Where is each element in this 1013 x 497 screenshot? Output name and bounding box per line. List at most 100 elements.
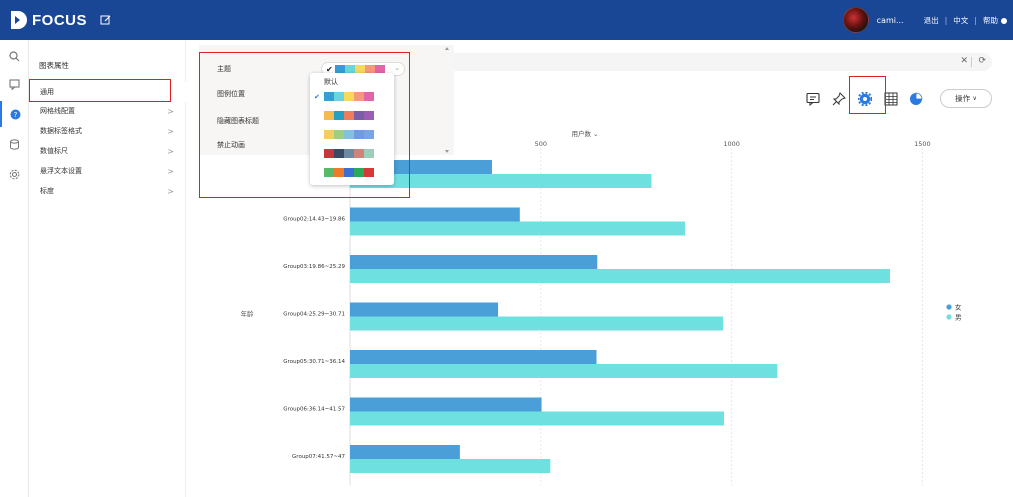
bar: [350, 221, 686, 236]
disable-animation-label: 禁止动画: [217, 141, 245, 149]
hide-chart-title-label: 隐藏图表标题: [217, 117, 259, 125]
comment-icon[interactable]: [806, 92, 820, 106]
database-icon: [10, 138, 19, 150]
color-swatch: [334, 168, 344, 177]
brand-name: FOCUS: [32, 11, 87, 29]
category-label: Group06:36.14~41.57: [283, 407, 345, 413]
settings-nav[interactable]: [0, 161, 29, 187]
bar: [350, 411, 724, 426]
color-swatch: [344, 149, 354, 158]
legend-marker: [946, 304, 952, 310]
message-nav[interactable]: [0, 71, 29, 97]
color-swatch: [364, 149, 374, 158]
prop-item-gridlines[interactable]: 网格线配置 >: [29, 101, 186, 121]
color-swatch: [344, 111, 354, 120]
prop-item-tooltip-settings[interactable]: 悬浮文本设置 >: [29, 161, 186, 181]
prop-item-data-label-format[interactable]: 数据标签格式 >: [29, 121, 186, 141]
color-swatch: [334, 92, 344, 101]
avatar[interactable]: [842, 7, 869, 33]
color-swatch: [354, 149, 364, 158]
gear-icon[interactable]: [858, 92, 872, 106]
database-nav[interactable]: [0, 131, 29, 157]
category-label: Group02:14.43~19.86: [283, 217, 345, 223]
x-axis-title: 用户数 ⌄: [571, 129, 598, 138]
user-area: cami... 退出 | 中文 | 帮助: [842, 0, 1013, 40]
logo-icon: [11, 11, 27, 29]
theme-label: 主题: [217, 65, 231, 73]
palette-option[interactable]: [324, 92, 374, 102]
color-swatch: [324, 130, 334, 139]
chevron-down-icon: ⌄: [394, 64, 400, 72]
search-nav[interactable]: [0, 43, 29, 69]
help-link[interactable]: 帮助: [977, 15, 1013, 26]
color-swatch: [354, 130, 364, 139]
bar: [350, 255, 598, 269]
prop-item-scale[interactable]: 标度 >: [29, 181, 186, 201]
prop-item-label: 数据标签格式: [40, 127, 82, 135]
color-swatch: [364, 111, 374, 120]
bar: [350, 350, 597, 364]
legend-label: 女: [955, 303, 962, 312]
search-icon: [9, 50, 20, 61]
logout-link[interactable]: 退出: [918, 15, 945, 26]
prop-item-label: 网格线配置: [40, 107, 75, 115]
pin-icon[interactable]: [832, 92, 846, 106]
separator: |: [944, 15, 948, 25]
chevron-right-icon: >: [167, 106, 174, 116]
edit-icon[interactable]: [100, 14, 112, 26]
color-swatch: [344, 92, 354, 101]
help-nav[interactable]: ?: [0, 101, 29, 127]
color-swatch: [324, 168, 334, 177]
dropdown-option-default[interactable]: 默认: [324, 77, 338, 87]
color-swatch: [334, 130, 344, 139]
question-icon: ?: [10, 109, 21, 119]
theme-dropdown: 默认 ✔: [310, 73, 394, 185]
operate-button[interactable]: 操作 ∨: [940, 89, 992, 108]
bar: [350, 269, 890, 283]
chart-properties-panel: 图表属性 通用 网格线配置 > 数据标签格式 > 数值标尺 > 悬浮文本设置 > 标度 >: [29, 40, 186, 497]
color-swatch: [344, 130, 354, 139]
x-tick-label: 1500: [914, 140, 931, 148]
x-tick-label: 500: [535, 140, 547, 148]
logo[interactable]: FOCUS: [10, 10, 87, 30]
chevron-right-icon: >: [167, 166, 174, 176]
prop-item-label: 悬浮文本设置: [40, 167, 82, 175]
palette-option[interactable]: [324, 111, 374, 121]
gear-icon: [9, 169, 20, 179]
category-label: Group07:41.57~47: [292, 454, 345, 460]
chevron-right-icon: >: [167, 186, 174, 196]
prop-item-value-scale[interactable]: 数值标尺 >: [29, 141, 186, 161]
y-axis-title: 年龄: [241, 309, 255, 318]
icon-sidebar: ?: [0, 40, 29, 497]
x-tick-label: 1000: [723, 140, 740, 148]
color-swatch: [354, 168, 364, 177]
table-icon[interactable]: [884, 92, 898, 106]
prop-item-general[interactable]: 通用: [29, 82, 186, 102]
color-swatch: [364, 130, 374, 139]
color-swatch: [344, 168, 354, 177]
color-swatch: [354, 111, 364, 120]
palette-option[interactable]: [324, 168, 374, 178]
chevron-right-icon: >: [167, 146, 174, 156]
pie-chart-icon[interactable]: [909, 92, 923, 106]
message-icon: [9, 78, 20, 90]
color-swatch: [324, 149, 334, 158]
color-swatch: [324, 92, 334, 101]
color-swatch: [334, 111, 344, 120]
palette-option[interactable]: [324, 149, 374, 159]
category-label: Group05:30.71~36.14: [283, 359, 345, 365]
prop-item-label: 数值标尺: [40, 147, 68, 155]
language-link[interactable]: 中文: [947, 15, 974, 26]
legend-position-label: 图例位置: [217, 90, 245, 98]
bar: [350, 397, 542, 412]
palette-option[interactable]: [324, 130, 374, 140]
prop-item-label: 通用: [40, 88, 54, 96]
bar: [350, 316, 724, 331]
help-label: 帮助: [983, 15, 998, 25]
color-swatch: [364, 92, 374, 101]
help-icon: [1001, 17, 1007, 24]
username[interactable]: cami...: [877, 16, 904, 25]
bar: [350, 364, 778, 378]
scrollbar[interactable]: [444, 45, 450, 155]
svg-text:?: ?: [14, 111, 18, 119]
